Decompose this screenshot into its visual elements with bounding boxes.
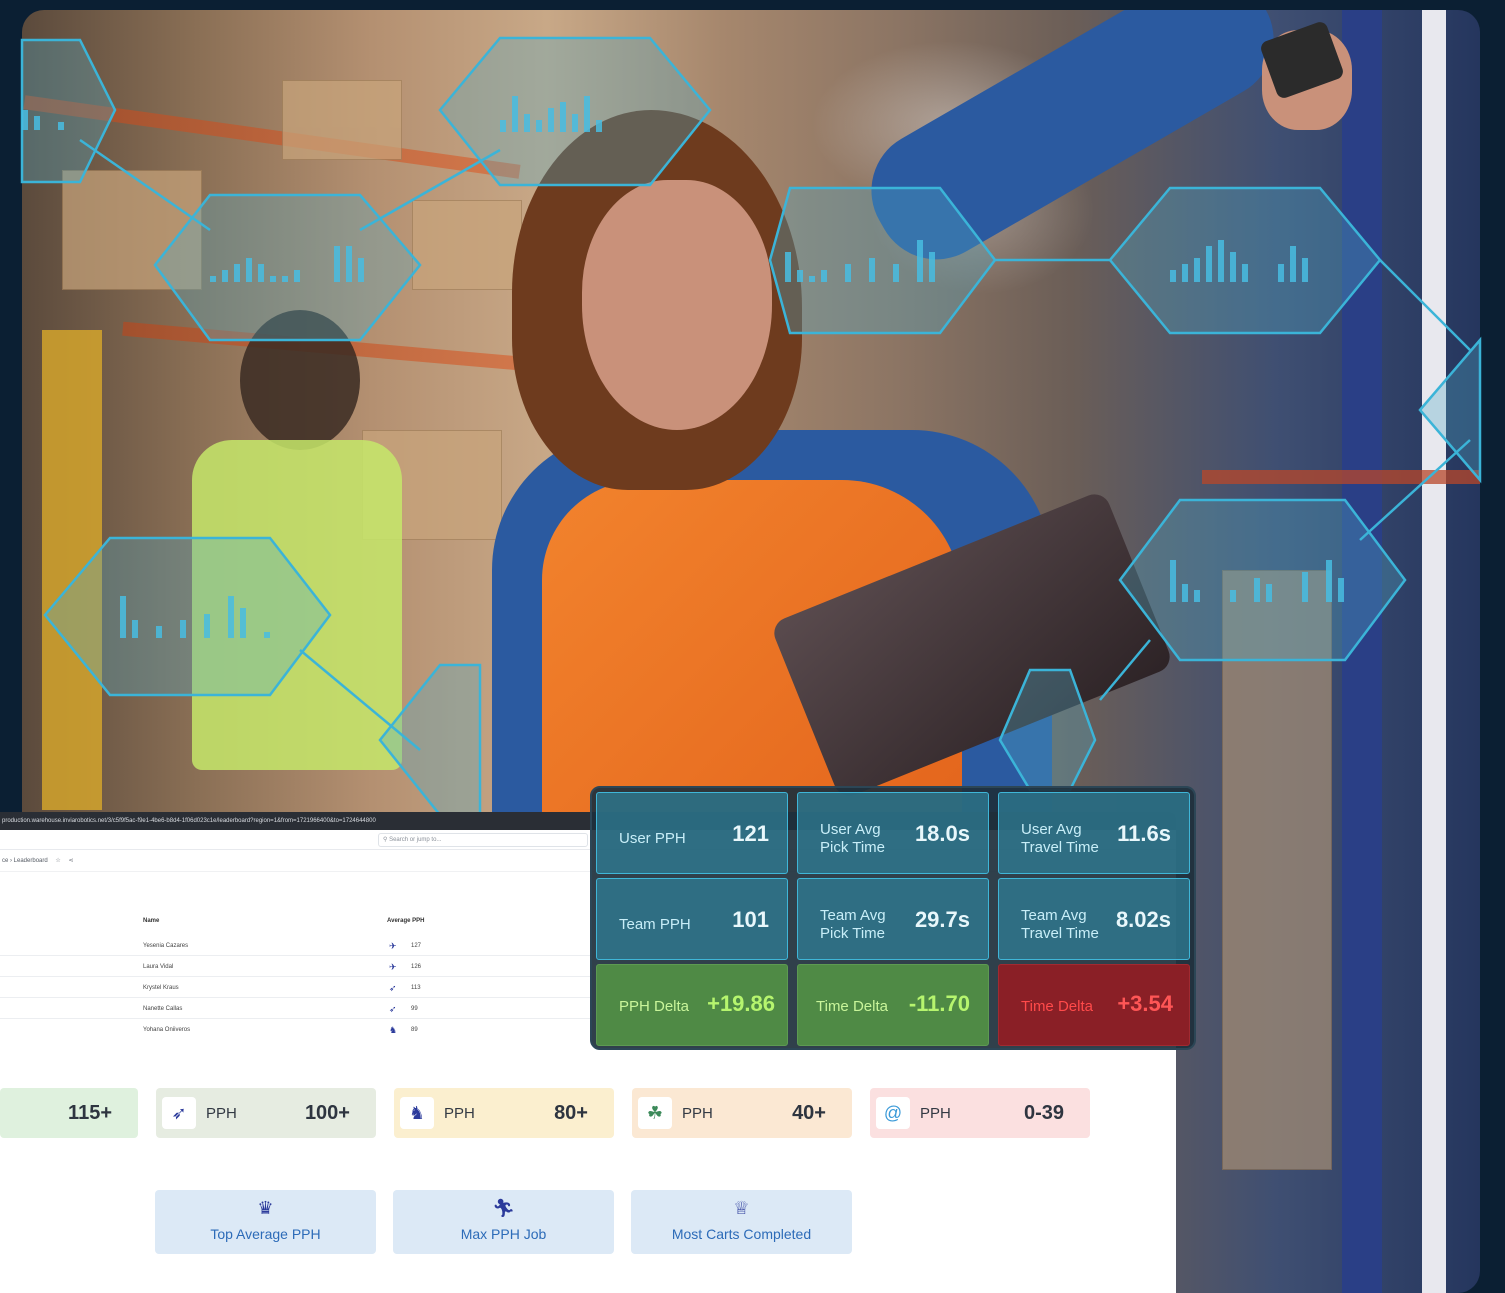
metric-team-avg-pick-time: Team Avg Pick Time 29.7s bbox=[797, 878, 989, 960]
row-value: 99 bbox=[411, 1006, 418, 1012]
table-row: Krystel Kraus ➶ 113 bbox=[0, 978, 590, 998]
search-placeholder: Search or jump to... bbox=[389, 837, 442, 843]
breadcrumb-text[interactable]: ce › Leaderboard bbox=[2, 858, 48, 864]
cheetah-icon: ➶ bbox=[389, 983, 397, 993]
metric-label: User Avg Pick Time bbox=[820, 821, 886, 856]
tier-card-80: ♞ PPH 80+ bbox=[394, 1088, 614, 1138]
turtle-icon: ☘ bbox=[638, 1097, 672, 1129]
row-value: 126 bbox=[411, 964, 422, 970]
metric-time-delta-good: Time Delta -11.70 bbox=[797, 964, 989, 1046]
metric-value: +3.54 bbox=[1117, 991, 1173, 1016]
metric-label: Team Avg Pick Time bbox=[820, 907, 886, 942]
award-label: Most Carts Completed bbox=[671, 1226, 812, 1242]
metric-value: 101 bbox=[732, 907, 769, 932]
tier-label: PPH bbox=[444, 1105, 475, 1122]
metric-value: -11.70 bbox=[908, 991, 970, 1016]
table-row: Laura Vidal ✈ 126 bbox=[0, 957, 590, 977]
metrics-panel: User PPH 121 User Avg Pick Time 18.0s Us… bbox=[590, 786, 1196, 1050]
crown-icon: ♛ bbox=[257, 1198, 274, 1218]
row-value: 127 bbox=[411, 943, 422, 949]
cheetah-icon: ➶ bbox=[389, 1004, 397, 1014]
row-name: Nanette Callas bbox=[143, 1006, 183, 1012]
row-name: Yesenia Cazares bbox=[143, 943, 189, 949]
cheetah-icon: ➶ bbox=[162, 1097, 196, 1129]
tier-label: PPH bbox=[206, 1105, 237, 1122]
snail-icon: @ bbox=[876, 1097, 910, 1129]
tier-value: 100+ bbox=[304, 1102, 350, 1124]
row-name: Laura Vidal bbox=[143, 964, 174, 970]
metric-value: 8.02s bbox=[1115, 907, 1171, 932]
award-label: Max PPH Job bbox=[460, 1226, 547, 1242]
tier-card-0: @ PPH 0-39 bbox=[870, 1088, 1090, 1138]
share-icon[interactable]: ⋖ bbox=[68, 850, 73, 872]
metric-label: User PPH bbox=[619, 830, 686, 847]
row-name: Krystel Kraus bbox=[143, 985, 179, 991]
tier-card-100: ➶ PPH 100+ bbox=[156, 1088, 376, 1138]
metric-label: Time Delta bbox=[1021, 998, 1093, 1015]
metric-value: 18.0s bbox=[914, 821, 970, 846]
tier-card-40: ☘ PPH 40+ bbox=[632, 1088, 852, 1138]
metric-time-delta-bad: Time Delta +3.54 bbox=[998, 964, 1190, 1046]
metric-value: 121 bbox=[732, 821, 769, 846]
row-value: 89 bbox=[411, 1027, 418, 1033]
star-icon[interactable]: ☆ bbox=[55, 850, 60, 872]
row-name: Yohana Oniiveros bbox=[143, 1027, 191, 1033]
tier-value: 80+ bbox=[554, 1102, 588, 1124]
table-row: Yohana Oniiveros ♞ 89 bbox=[0, 1020, 590, 1040]
metric-label: Team PPH bbox=[619, 916, 691, 933]
metric-value: 11.6s bbox=[1117, 821, 1171, 846]
metric-label: User Avg Travel Time bbox=[1021, 821, 1099, 856]
metric-value: 29.7s bbox=[914, 907, 970, 932]
tier-value: 40+ bbox=[792, 1102, 826, 1124]
metric-user-pph: User PPH 121 bbox=[596, 792, 788, 874]
award-top-average-pph[interactable]: ♛ Top Average PPH bbox=[155, 1190, 376, 1254]
tier-label: PPH bbox=[920, 1105, 951, 1122]
metric-team-avg-travel-time: Team Avg Travel Time 8.02s bbox=[998, 878, 1190, 960]
award-max-pph-job[interactable]: 🏃︎ Max PPH Job bbox=[393, 1190, 614, 1254]
table-row: Yesenia Cazares ✈ 127 bbox=[0, 936, 590, 956]
name-column-header[interactable]: Name bbox=[143, 918, 159, 924]
metric-team-pph: Team PPH 101 bbox=[596, 878, 788, 960]
metric-user-avg-travel-time: User Avg Travel Time 11.6s bbox=[998, 792, 1190, 874]
metric-value: +19.86 bbox=[707, 991, 775, 1016]
award-most-carts-completed[interactable]: ♕ Most Carts Completed bbox=[631, 1190, 852, 1254]
jet-icon: ✈ bbox=[389, 941, 397, 951]
table-row: Nanette Callas ➶ 99 bbox=[0, 999, 590, 1019]
rabbit-icon: ♞ bbox=[389, 1025, 398, 1035]
average-pph-column-header[interactable]: Average PPH bbox=[387, 918, 424, 924]
runner-icon: 🏃︎ bbox=[492, 1198, 515, 1218]
tier-label: PPH bbox=[682, 1105, 713, 1122]
metric-label: Team Avg Travel Time bbox=[1021, 907, 1099, 942]
award-label: Top Average PPH bbox=[210, 1226, 321, 1242]
tier-card-115: 115+ bbox=[0, 1088, 138, 1138]
search-input[interactable]: ⚲ Search or jump to... bbox=[378, 833, 588, 847]
tier-value: 0-39 bbox=[1023, 1102, 1064, 1124]
metric-pph-delta: PPH Delta +19.86 bbox=[596, 964, 788, 1046]
metric-label: PPH Delta bbox=[619, 998, 690, 1015]
trophy-icon: ♕ bbox=[733, 1198, 750, 1218]
tier-value: 115+ bbox=[68, 1102, 112, 1124]
jet-icon: ✈ bbox=[389, 962, 397, 972]
row-value: 113 bbox=[411, 985, 421, 991]
metric-user-avg-pick-time: User Avg Pick Time 18.0s bbox=[797, 792, 989, 874]
metric-label: Time Delta bbox=[816, 998, 888, 1015]
rabbit-icon: ♞ bbox=[400, 1097, 434, 1129]
